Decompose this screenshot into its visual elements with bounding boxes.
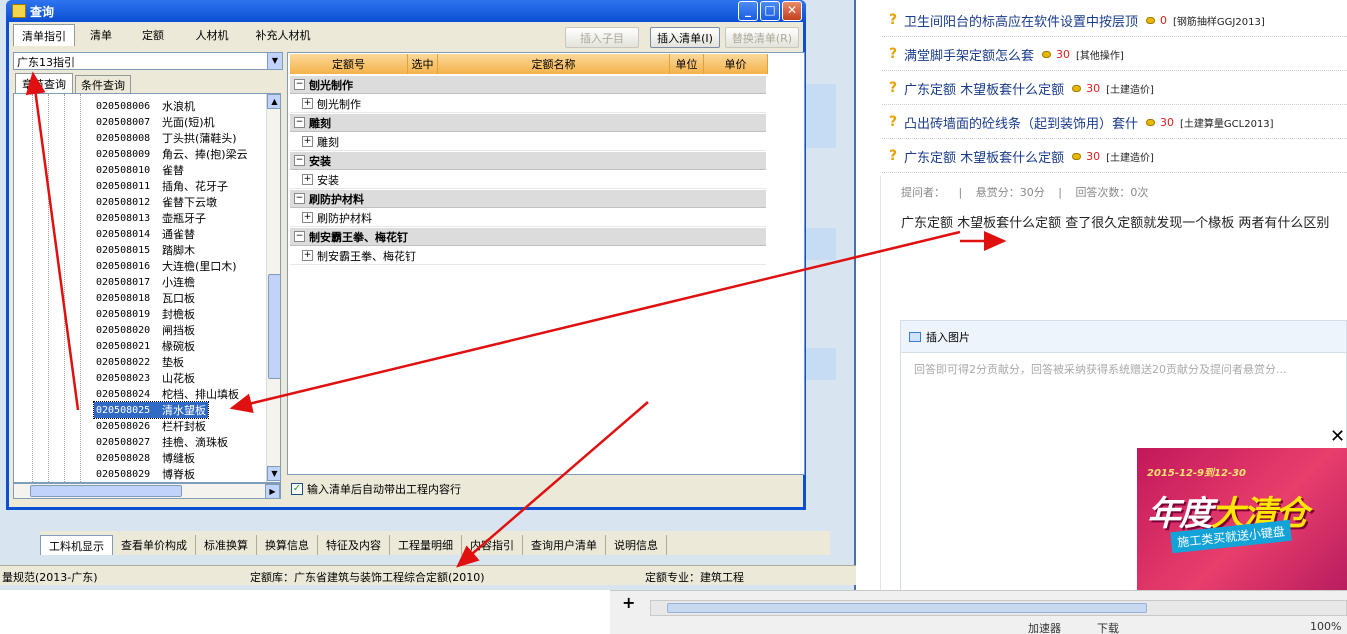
arrow-line (25, 71, 80, 411)
annotation-arrows (25, 71, 1007, 568)
arrow-line (456, 401, 649, 568)
screen: 工料机显示 查看单价构成 标准换算 换算信息 特征及内容 工程量明细 内容指引 查询用户清单说… (0, 0, 1347, 634)
arrow-line (229, 230, 961, 414)
